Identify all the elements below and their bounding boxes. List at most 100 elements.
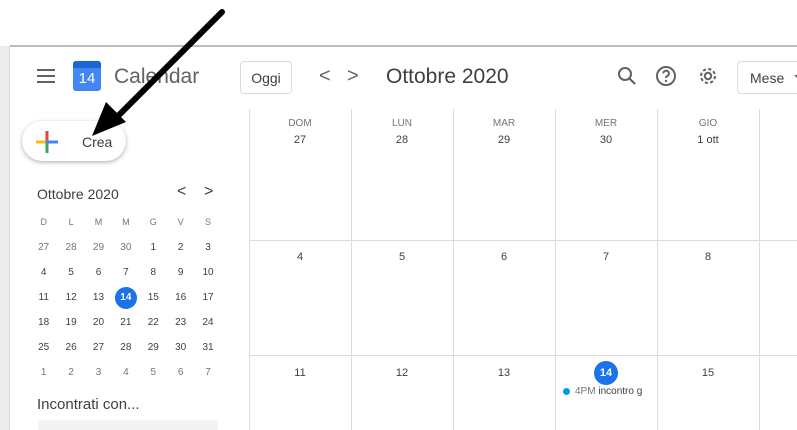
day-number[interactable]: 5 (351, 251, 453, 263)
mini-day[interactable]: 29 (140, 335, 167, 360)
mini-calendar: D L M M G V S 27 28 29 30 1 2 3 4 5 6 7 … (30, 213, 222, 385)
mini-day[interactable]: 5 (57, 260, 84, 285)
weekday-label: S (205, 217, 212, 227)
mini-day[interactable]: 30 (112, 235, 139, 260)
grid-divider (555, 109, 556, 430)
day-number[interactable]: 4 (249, 251, 351, 263)
create-button-label: Crea (82, 134, 113, 150)
day-number[interactable]: 12 (351, 367, 453, 379)
help-icon[interactable] (654, 64, 678, 88)
weekday-label: V (177, 217, 184, 227)
mini-day[interactable]: 25 (30, 335, 57, 360)
mini-day[interactable]: 31 (194, 335, 221, 360)
day-number[interactable]: 13 (453, 367, 555, 379)
mini-day[interactable]: 28 (112, 335, 139, 360)
mini-day[interactable]: 17 (194, 285, 221, 310)
mini-day[interactable]: 26 (57, 335, 84, 360)
mini-day[interactable]: 30 (167, 335, 194, 360)
mini-day-today[interactable]: 14 (112, 285, 139, 310)
mini-day[interactable]: 28 (57, 235, 84, 260)
mini-day[interactable]: 4 (112, 360, 139, 385)
day-number[interactable]: 8 (657, 251, 759, 263)
main-menu-icon[interactable] (37, 69, 55, 83)
grid-divider (453, 109, 454, 430)
grid-divider (759, 109, 760, 430)
mini-day[interactable]: 29 (85, 235, 112, 260)
mini-day[interactable]: 19 (57, 310, 84, 335)
day-number[interactable]: 7 (555, 251, 657, 263)
day-number[interactable]: 29 (453, 134, 555, 146)
mini-day[interactable]: 13 (85, 285, 112, 310)
event-chip[interactable]: 4PM incontro g (563, 386, 642, 397)
day-number[interactable]: 11 (249, 367, 351, 379)
mini-day[interactable]: 3 (194, 235, 221, 260)
today-day-number[interactable]: 14 (594, 361, 618, 385)
view-selector-label: Mese (750, 70, 785, 86)
mini-calendar-week: 27 28 29 30 1 2 3 (30, 235, 222, 260)
grid-divider (249, 109, 250, 430)
search-people-field[interactable] (38, 420, 218, 430)
today-button[interactable]: Oggi (240, 61, 292, 94)
grid-divider (249, 240, 797, 241)
mini-day[interactable]: 6 (167, 360, 194, 385)
mini-day[interactable]: 16 (167, 285, 194, 310)
mini-day[interactable]: 21 (112, 310, 139, 335)
mini-day[interactable]: 27 (30, 235, 57, 260)
mini-day[interactable]: 9 (167, 260, 194, 285)
search-icon[interactable] (615, 64, 639, 88)
day-number[interactable]: 1 ott (657, 134, 759, 146)
weekday-header: MAR (492, 118, 516, 129)
view-selector-dropdown[interactable]: Mese (737, 61, 797, 94)
event-title: incontro g (598, 386, 643, 397)
mini-day[interactable]: 18 (30, 310, 57, 335)
sidebar: Crea Ottobre 2020 < > D L M M G V S 27 2… (11, 109, 249, 430)
mini-day[interactable]: 2 (167, 235, 194, 260)
mini-day[interactable]: 10 (194, 260, 221, 285)
day-number[interactable]: 30 (555, 134, 657, 146)
day-number[interactable]: 6 (453, 251, 555, 263)
background-window-edge (0, 46, 10, 430)
next-period-button[interactable]: > (347, 65, 359, 88)
mini-day[interactable]: 23 (167, 310, 194, 335)
settings-gear-icon[interactable] (696, 64, 720, 88)
mini-day[interactable]: 8 (140, 260, 167, 285)
day-number[interactable]: 15 (657, 367, 759, 379)
mini-day[interactable]: 4 (30, 260, 57, 285)
current-month-title: Ottobre 2020 (386, 65, 509, 88)
weekday-header: LUN (391, 118, 412, 129)
mini-calendar-week: 25 26 27 28 29 30 31 (30, 335, 222, 360)
event-dot-icon (563, 387, 570, 395)
weekday-label: G (149, 217, 157, 227)
weekday-header: GIO (698, 118, 718, 129)
day-number[interactable]: 27 (249, 134, 351, 146)
weekday-label: M (94, 217, 103, 227)
mini-day[interactable]: 11 (30, 285, 57, 310)
mini-day[interactable]: 3 (85, 360, 112, 385)
weekday-header: MER (594, 118, 618, 129)
app-title: Calendar (114, 65, 200, 88)
mini-day[interactable]: 7 (194, 360, 221, 385)
event-time: 4PM (575, 386, 596, 397)
mini-day[interactable]: 27 (85, 335, 112, 360)
previous-period-button[interactable]: < (319, 65, 331, 88)
day-number[interactable]: 28 (351, 134, 453, 146)
mini-day-today-label: 14 (114, 287, 137, 309)
mini-next-month-button[interactable]: > (204, 183, 213, 201)
mini-day[interactable]: 5 (140, 360, 167, 385)
calendar-logo-icon[interactable]: 14 (73, 61, 101, 91)
mini-prev-month-button[interactable]: < (177, 183, 186, 201)
mini-day[interactable]: 20 (85, 310, 112, 335)
mini-day[interactable]: 24 (194, 310, 221, 335)
mini-day[interactable]: 15 (140, 285, 167, 310)
mini-day[interactable]: 2 (57, 360, 84, 385)
mini-day[interactable]: 1 (30, 360, 57, 385)
mini-day[interactable]: 22 (140, 310, 167, 335)
mini-day[interactable]: 7 (112, 260, 139, 285)
mini-day[interactable]: 1 (140, 235, 167, 260)
mini-day[interactable]: 12 (57, 285, 84, 310)
create-button[interactable]: Crea (22, 121, 126, 161)
weekday-label: D (40, 217, 47, 227)
grid-divider (249, 355, 797, 356)
meet-with-title: Incontrati con... (37, 396, 140, 413)
mini-day[interactable]: 6 (85, 260, 112, 285)
